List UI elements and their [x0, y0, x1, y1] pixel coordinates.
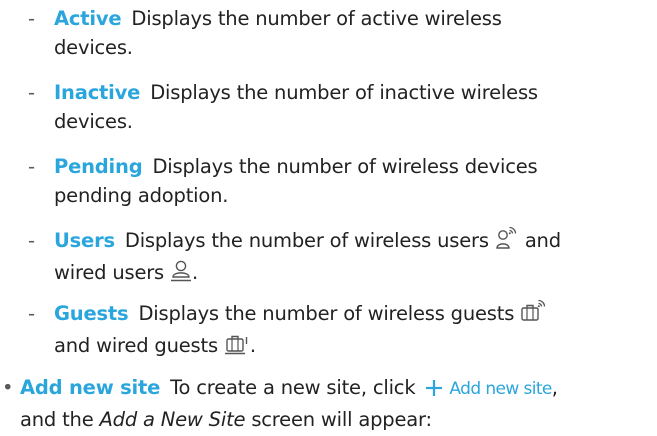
description-users-period: . [192, 261, 199, 284]
description-add-site-line1: To create a new site, click [170, 376, 416, 399]
description-guests-period: . [249, 334, 256, 357]
list-item-add-new-site: • Add new site To create a new site, clic… [2, 373, 656, 434]
description-users-line2: wired users [54, 261, 165, 284]
comma: , [551, 376, 558, 399]
screen-name-add-new-site: Add a New Site [99, 408, 246, 431]
bullet-marker: • [2, 376, 14, 399]
description-add-site-line2a: and the [20, 408, 94, 431]
term-users: Users [54, 229, 115, 252]
description-inactive-line1: Displays the number of inactive wireless [150, 81, 538, 104]
dash-marker: - [28, 229, 35, 252]
description-pending-line2: pending adoption. [54, 184, 229, 207]
description-inactive-line2: devices. [54, 110, 133, 133]
term-active: Active [54, 7, 122, 30]
term-pending: Pending [54, 155, 143, 178]
wireless-user-icon [495, 226, 519, 258]
list-item-guests: - Guests Displays the number of wireless … [28, 299, 656, 363]
dash-marker: - [28, 155, 35, 178]
wired-user-icon [170, 258, 192, 290]
add-new-site-button[interactable]: Add new site [449, 379, 552, 399]
term-guests: Guests [54, 302, 129, 325]
list-item-inactive: - Inactive Displays the number of inactiv… [28, 78, 656, 136]
term-add-new-site: Add new site [20, 376, 161, 399]
description-add-site-line2b: screen will appear: [251, 408, 432, 431]
plus-icon [425, 376, 443, 405]
wireless-guest-icon [520, 299, 546, 331]
wired-guest-icon [224, 331, 250, 363]
description-pending-line1: Displays the number of wireless devices [152, 155, 538, 178]
document-page: - Active Displays the number of active wi… [0, 0, 657, 436]
description-users-and: and [524, 229, 561, 252]
list-item-pending: - Pending Displays the number of wireless… [28, 152, 656, 210]
description-guests-line1: Displays the number of wireless guests [138, 302, 515, 325]
description-guests-line2: and wired guests [54, 334, 218, 357]
dash-marker: - [28, 302, 35, 325]
term-inactive: Inactive [54, 81, 141, 104]
description-active-line2: devices. [54, 36, 133, 59]
dash-marker: - [28, 81, 35, 104]
description-users-line1: Displays the number of wireless users [124, 229, 489, 252]
list-item-active: - Active Displays the number of active wi… [28, 4, 656, 62]
dash-marker: - [28, 7, 35, 30]
description-active-line1: Displays the number of active wireless [131, 7, 502, 30]
list-item-users: - Users Displays the number of wireless u… [28, 226, 656, 290]
